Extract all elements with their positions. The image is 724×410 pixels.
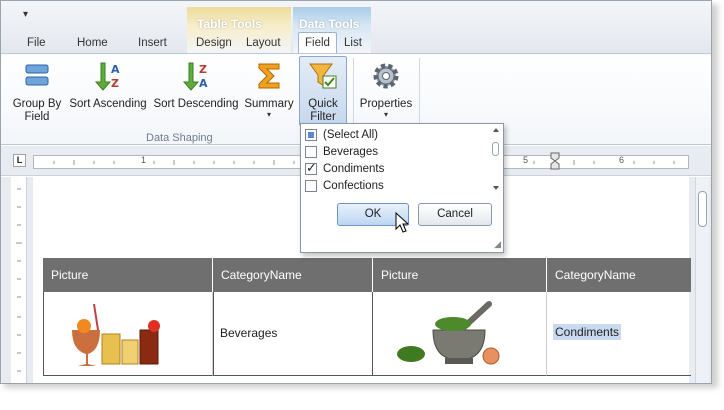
quick-access-menu-icon[interactable]: ▾ — [23, 9, 28, 20]
filter-item-label: Confections — [323, 180, 384, 192]
tab-home[interactable]: Home — [77, 37, 108, 49]
data-table: Picture CategoryName Picture CategoryNam… — [43, 258, 691, 376]
vertical-scrollbar[interactable] — [695, 177, 709, 383]
gear-icon — [373, 63, 399, 89]
beverages-image — [72, 303, 160, 366]
mouse-cursor-icon — [395, 212, 410, 233]
group-by-field-icon — [25, 64, 49, 86]
group-by-field-button[interactable]: Group By Field — [9, 60, 65, 124]
properties-label: Properties — [359, 98, 413, 110]
checkbox-unchecked[interactable] — [305, 180, 317, 192]
properties-dropdown-arrow: ▾ — [383, 110, 388, 119]
category-name-text-selected: Condiments — [553, 324, 622, 340]
condiments-image — [397, 301, 500, 365]
scrollbar-thumb[interactable] — [492, 142, 499, 156]
table-tools-label: Table Tools — [197, 17, 262, 31]
filter-item-confections[interactable]: Confections — [305, 178, 384, 194]
scrollbar-thumb[interactable] — [698, 191, 707, 227]
table-header-cell[interactable]: Picture — [43, 258, 213, 292]
table-header-cell[interactable]: CategoryName — [213, 258, 373, 292]
sort-ascending-button[interactable]: A Z Sort Ascending — [67, 60, 149, 111]
data-tools-label: Data Tools — [299, 17, 360, 31]
filter-value-list: (Select All) Beverages Condiments Confec… — [301, 124, 489, 194]
tab-design[interactable]: Design — [196, 37, 232, 49]
ruler-number: 1 — [141, 155, 147, 165]
quick-filter-button[interactable]: Quick Filter ▾ — [299, 56, 347, 132]
summary-button[interactable]: Summary ▾ — [243, 60, 295, 119]
tab-insert[interactable]: Insert — [138, 37, 167, 49]
ribbon-tab-strip: ▾ Table Tools Data Tools File Home Inser… — [1, 1, 711, 56]
resize-grip-icon[interactable]: ◢ — [494, 239, 501, 250]
summary-dropdown-arrow: ▾ — [266, 110, 271, 119]
category-name-text: Beverages — [220, 326, 278, 340]
properties-button[interactable]: Properties ▾ — [357, 60, 415, 119]
sort-ascending-label: Sort Ascending — [69, 98, 147, 110]
filter-item-beverages[interactable]: Beverages — [305, 144, 378, 160]
tab-list[interactable]: List — [344, 37, 362, 49]
filter-item-label: Beverages — [323, 146, 378, 158]
table-header-cell[interactable]: Picture — [373, 258, 547, 292]
checkbox-indeterminate[interactable] — [305, 129, 317, 141]
svg-text:A: A — [111, 63, 120, 76]
sort-descending-button[interactable]: Z A Sort Descending — [153, 60, 239, 111]
table-cell-picture[interactable] — [373, 292, 547, 376]
table-cell-picture[interactable] — [43, 292, 213, 376]
svg-text:Z: Z — [111, 77, 119, 90]
filter-item-label: (Select All) — [323, 129, 378, 141]
table-header-cell[interactable]: CategoryName — [547, 258, 691, 292]
table-cell-category[interactable]: Condiments — [547, 292, 691, 376]
scroll-arrows-icon — [493, 128, 499, 190]
filter-funnel-icon — [309, 63, 337, 89]
filter-list-scrollbar[interactable] — [489, 124, 503, 194]
sigma-icon — [258, 63, 280, 89]
filter-item-label: Condiments — [323, 163, 385, 175]
checkbox-unchecked[interactable] — [305, 146, 317, 158]
quick-filter-label: Quick Filter — [308, 98, 338, 123]
ruler-number: 5 — [523, 155, 529, 165]
svg-text:A: A — [199, 77, 208, 90]
sort-descending-label: Sort Descending — [153, 98, 239, 110]
cancel-button[interactable]: Cancel — [418, 203, 492, 226]
indent-marker-icon[interactable] — [550, 152, 560, 170]
filter-item-select-all[interactable]: (Select All) — [305, 127, 378, 143]
quick-filter-popup: (Select All) Beverages Condiments Confec… — [300, 123, 504, 253]
tab-file[interactable]: File — [27, 37, 46, 49]
sort-descending-icon: Z A — [182, 62, 208, 91]
filter-item-condiments[interactable]: Condiments — [305, 160, 385, 177]
tab-layout[interactable]: Layout — [246, 37, 281, 49]
checkbox-checked[interactable] — [305, 160, 317, 176]
app-window: ▾ Table Tools Data Tools File Home Inser… — [0, 0, 712, 384]
summary-label: Summary — [244, 98, 294, 110]
table-cell-category[interactable]: Beverages — [213, 292, 373, 376]
sort-ascending-icon: A Z — [94, 62, 120, 91]
group-by-field-label: Group By Field — [12, 98, 62, 123]
vertical-ruler — [11, 177, 27, 383]
ruler-number: 6 — [619, 155, 625, 165]
data-shaping-group-label: Data Shaping — [146, 132, 213, 144]
vertical-ruler-ticks — [16, 188, 22, 372]
svg-text:Z: Z — [199, 63, 207, 76]
tab-stop-selector[interactable]: L — [13, 154, 26, 167]
